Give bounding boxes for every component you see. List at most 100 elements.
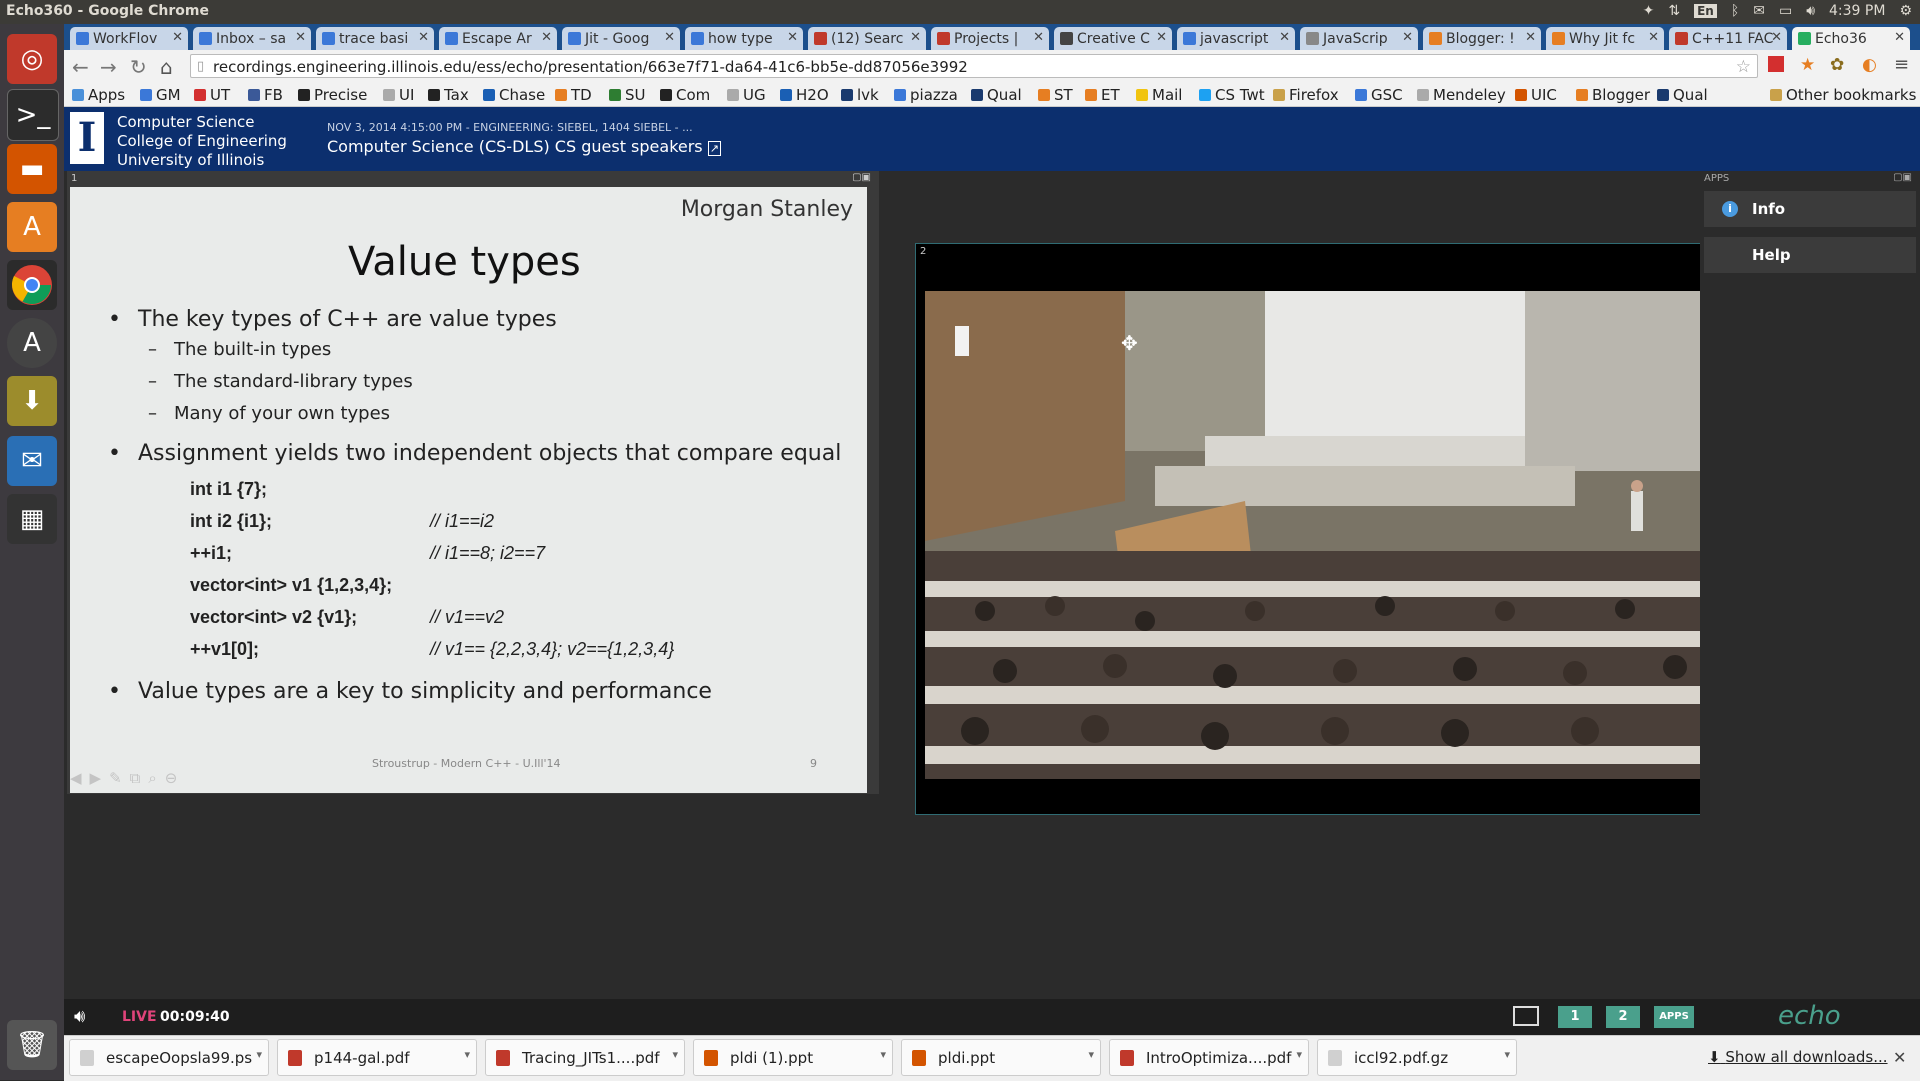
app-info[interactable]: i Info xyxy=(1704,191,1916,227)
archive-icon[interactable]: ⬇ xyxy=(7,376,57,426)
download-menu-icon[interactable]: ▾ xyxy=(672,1048,678,1061)
trash-icon[interactable]: 🗑︎ xyxy=(7,1020,57,1070)
tab-close-icon[interactable]: ✕ xyxy=(1894,30,1905,45)
download-menu-icon[interactable]: ▾ xyxy=(1504,1048,1510,1061)
bookmark-item[interactable]: SU xyxy=(609,86,646,104)
chrome-icon[interactable] xyxy=(7,260,57,310)
tab[interactable]: Echo36 ✕ xyxy=(1792,27,1910,50)
settings-gear-icon[interactable]: ⚙ xyxy=(1899,3,1912,19)
battery-icon[interactable]: ▭ xyxy=(1779,3,1792,19)
download-item[interactable]: Tracing_JITs1....pdf ▾ xyxy=(485,1039,685,1076)
view-1-button[interactable]: 1 xyxy=(1558,1006,1592,1028)
tab[interactable]: Inbox – sa ✕ xyxy=(193,27,311,50)
bookmark-item[interactable]: UG xyxy=(727,86,766,104)
workspace-switcher-icon[interactable]: ▦ xyxy=(7,494,57,544)
tab[interactable]: Escape Ar ✕ xyxy=(439,27,557,50)
tab-close-icon[interactable]: ✕ xyxy=(295,30,306,45)
tab[interactable]: Creative C ✕ xyxy=(1054,27,1172,50)
bookmark-item[interactable]: ET xyxy=(1085,86,1120,104)
view-2-button[interactable]: 2 xyxy=(1606,1006,1640,1028)
layout-toggle-icon[interactable] xyxy=(1513,1006,1539,1026)
app-help[interactable]: Help xyxy=(1704,237,1916,273)
tab[interactable]: Projects | ✕ xyxy=(931,27,1049,50)
bookmark-item[interactable]: Chase xyxy=(483,86,545,104)
bookmark-item[interactable]: Mendeley xyxy=(1417,86,1506,104)
bookmark-item[interactable]: Tax xyxy=(428,86,469,104)
bookmark-item[interactable]: ST xyxy=(1038,86,1073,104)
mail-icon[interactable]: ✉ xyxy=(1753,3,1765,19)
updater-icon[interactable]: A xyxy=(7,318,57,368)
extension-firefox-icon[interactable]: ◐ xyxy=(1862,55,1877,75)
bookmark-item[interactable]: GSC xyxy=(1355,86,1403,104)
tab-close-icon[interactable]: ✕ xyxy=(1033,30,1044,45)
tab[interactable]: Why Jit fc ✕ xyxy=(1546,27,1664,50)
extension-red-icon[interactable] xyxy=(1768,56,1784,72)
home-icon[interactable]: ⌂ xyxy=(160,55,173,79)
tab-close-icon[interactable]: ✕ xyxy=(1156,30,1167,45)
extension-star-icon[interactable]: ★ xyxy=(1800,55,1815,75)
bookmark-item[interactable]: Com xyxy=(660,86,710,104)
bookmark-item[interactable]: H2O xyxy=(780,86,829,104)
network-icon[interactable]: ⇅ xyxy=(1668,3,1680,19)
tab-close-icon[interactable]: ✕ xyxy=(1279,30,1290,45)
volume-icon[interactable]: 🔊︎ xyxy=(74,1006,85,1027)
tab-close-icon[interactable]: ✕ xyxy=(1771,30,1782,45)
download-menu-icon[interactable]: ▾ xyxy=(1088,1048,1094,1061)
download-item[interactable]: p144-gal.pdf ▾ xyxy=(277,1039,477,1076)
tab[interactable]: how type ✕ xyxy=(685,27,803,50)
tab-close-icon[interactable]: ✕ xyxy=(172,30,183,45)
bluetooth-icon[interactable]: ᛒ xyxy=(1731,3,1739,19)
terminal-icon[interactable]: >_ xyxy=(7,89,59,141)
tab-close-icon[interactable]: ✕ xyxy=(787,30,798,45)
tab[interactable]: Blogger: ! ✕ xyxy=(1423,27,1541,50)
tab[interactable]: (12) Searc ✕ xyxy=(808,27,926,50)
show-all-downloads-link[interactable]: ⬇ Show all downloads... xyxy=(1708,1048,1888,1066)
other-bookmarks[interactable]: Other bookmarks xyxy=(1770,86,1916,104)
tab-close-icon[interactable]: ✕ xyxy=(1402,30,1413,45)
bookmark-item[interactable]: Qual xyxy=(971,86,1022,104)
bookmark-item[interactable]: CS Twt xyxy=(1199,86,1265,104)
tab-close-icon[interactable]: ✕ xyxy=(910,30,921,45)
extension-cat-icon[interactable]: ✿ xyxy=(1830,55,1844,75)
tab-close-icon[interactable]: ✕ xyxy=(418,30,429,45)
bookmark-item[interactable]: piazza xyxy=(894,86,958,104)
download-menu-icon[interactable]: ▾ xyxy=(880,1048,886,1061)
tab-close-icon[interactable]: ✕ xyxy=(541,30,552,45)
tab[interactable]: JavaScrip ✕ xyxy=(1300,27,1418,50)
reload-icon[interactable]: ↻ xyxy=(130,55,147,79)
tab-close-icon[interactable]: ✕ xyxy=(1648,30,1659,45)
slide-panel-controls-icon[interactable]: ▢▣ xyxy=(852,172,871,183)
download-menu-icon[interactable]: ▾ xyxy=(464,1048,470,1061)
bookmark-item[interactable]: FB xyxy=(248,86,283,104)
download-menu-icon[interactable]: ▾ xyxy=(1296,1048,1302,1061)
lecture-video[interactable]: ✥ xyxy=(925,291,1719,779)
address-bar[interactable]: ▯ recordings.engineering.illinois.edu/es… xyxy=(190,54,1758,78)
forward-icon[interactable]: → xyxy=(100,55,117,79)
tab[interactable]: trace basi ✕ xyxy=(316,27,434,50)
download-item[interactable]: iccl92.pdf.gz ▾ xyxy=(1317,1039,1517,1076)
bookmark-item[interactable]: Blogger xyxy=(1576,86,1650,104)
tab[interactable]: C++11 FAC ✕ xyxy=(1669,27,1787,50)
tab[interactable]: WorkFlov ✕ xyxy=(70,27,188,50)
download-item[interactable]: IntroOptimiza....pdf ▾ xyxy=(1109,1039,1309,1076)
bookmark-star-icon[interactable]: ☆ xyxy=(1736,55,1751,79)
bookmark-item[interactable]: UIC xyxy=(1515,86,1557,104)
back-icon[interactable]: ← xyxy=(72,55,89,79)
files-icon[interactable]: ▬ xyxy=(7,144,57,194)
menu-icon[interactable]: ≡ xyxy=(1894,54,1909,75)
bookmark-item[interactable]: lvk xyxy=(841,86,879,104)
download-item[interactable]: pldi (1).ppt ▾ xyxy=(693,1039,893,1076)
bookmark-item[interactable]: UT xyxy=(194,86,230,104)
close-downloads-icon[interactable]: ✕ xyxy=(1893,1048,1906,1067)
tab-close-icon[interactable]: ✕ xyxy=(664,30,675,45)
volume-icon[interactable]: 🔊︎ xyxy=(1806,3,1815,19)
bookmark-item[interactable]: Apps xyxy=(72,86,125,104)
apps-panel-controls-icon[interactable]: ▢▣ xyxy=(1893,172,1912,183)
download-item[interactable]: escapeOopsla99.ps ▾ xyxy=(69,1039,269,1076)
external-link-icon[interactable]: ↗ xyxy=(707,141,721,156)
tab[interactable]: javascript ✕ xyxy=(1177,27,1295,50)
tab-close-icon[interactable]: ✕ xyxy=(1525,30,1536,45)
dropbox-icon[interactable]: ✦ xyxy=(1643,3,1655,19)
bookmark-item[interactable]: GM xyxy=(140,86,181,104)
bookmark-item[interactable]: Qual xyxy=(1657,86,1708,104)
